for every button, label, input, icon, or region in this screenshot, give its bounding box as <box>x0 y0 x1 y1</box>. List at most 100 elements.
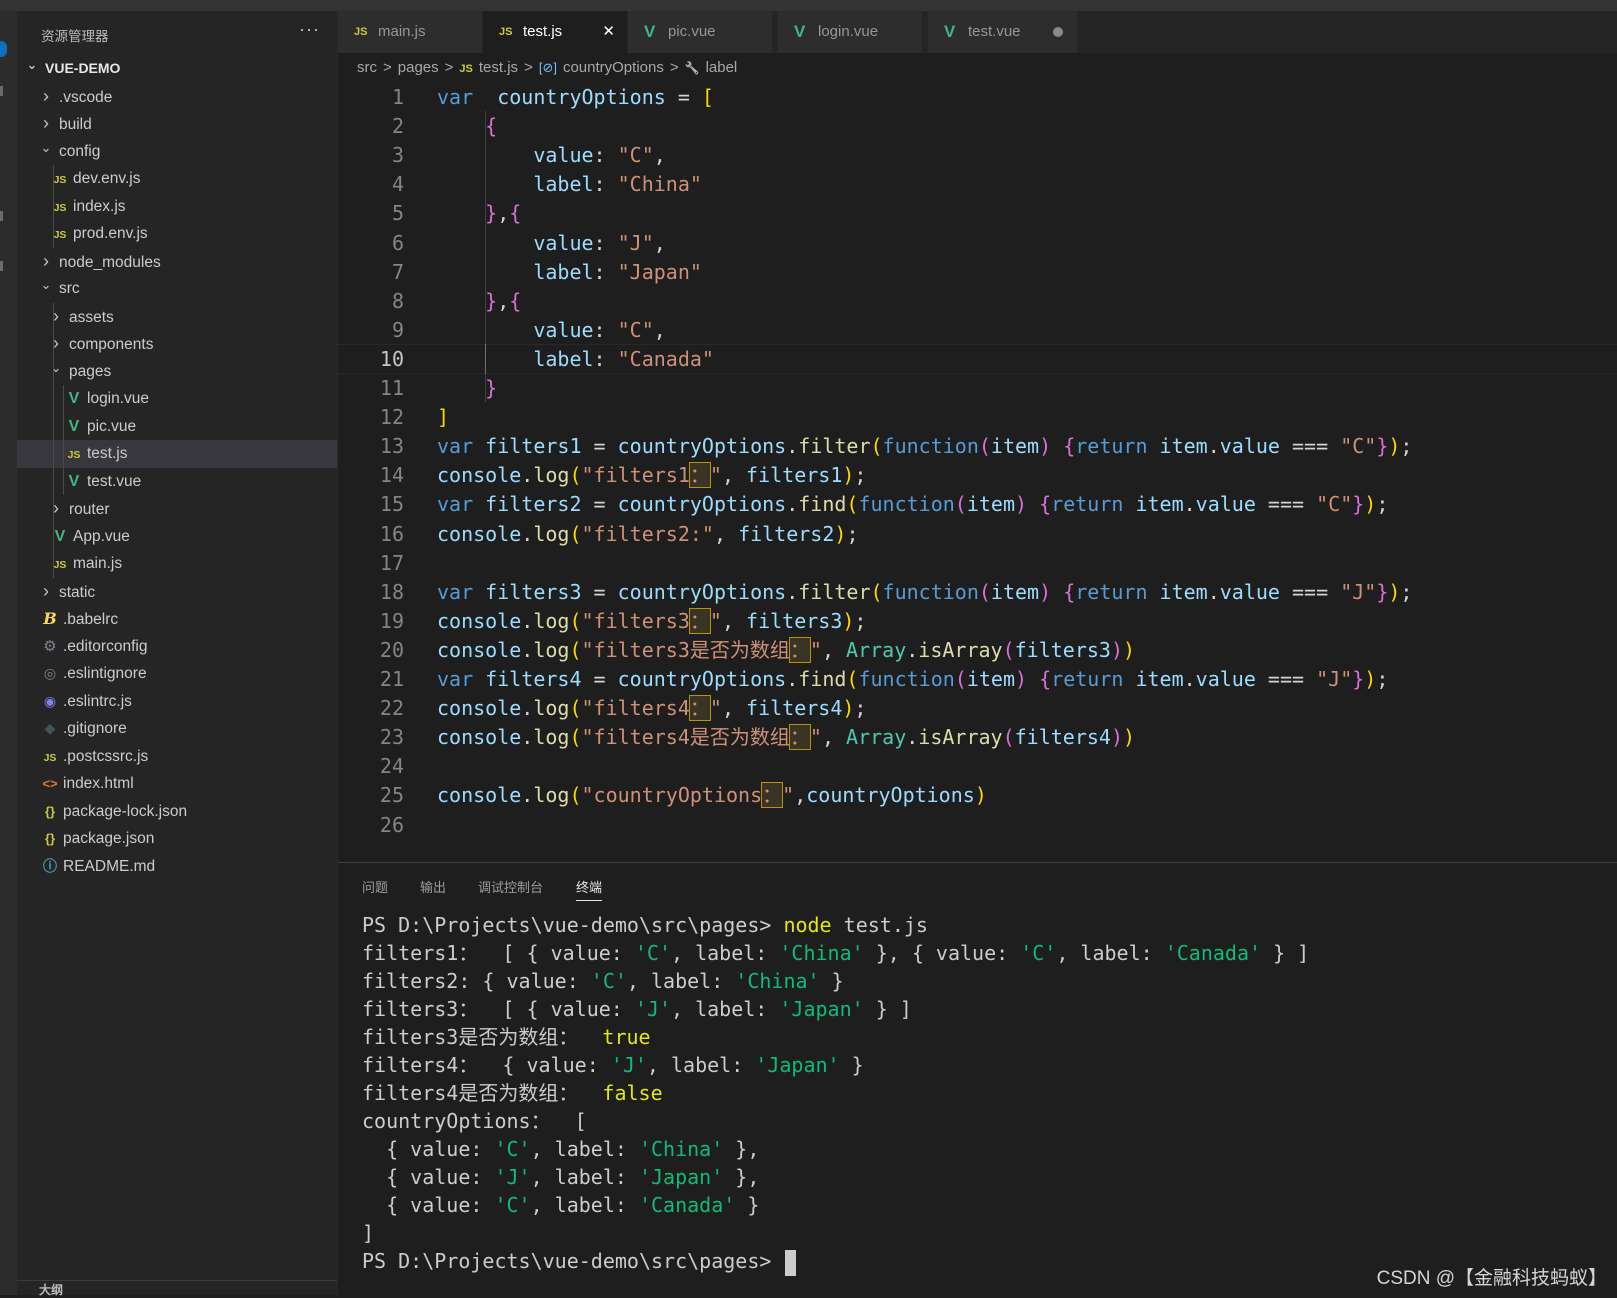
code-line[interactable]: 15 var filters2 = countryOptions.find(fun… <box>338 489 1617 519</box>
terminal-output[interactable]: PS D:\Projects\vue-demo\src\pages> node … <box>362 911 1309 1276</box>
code-token: item <box>966 667 1016 691</box>
code-editor[interactable]: 1 var countryOptions = [2 {3 value: "C", 4… <box>338 82 1617 862</box>
code-line[interactable]: 24 <box>338 751 1617 781</box>
tree-folder[interactable]: › .vscode <box>17 83 337 111</box>
code-line[interactable]: 4 label: "China" <box>338 169 1617 199</box>
code-line[interactable]: 23 console.log("filters4是否为数组：", Array.is… <box>338 722 1617 752</box>
code-line[interactable]: 26 <box>338 810 1617 840</box>
tree-folder[interactable]: ⌄ config <box>17 138 337 166</box>
tree-file[interactable]: JS .postcssrc.js <box>17 743 337 771</box>
tree-folder[interactable]: ⌄ pages <box>17 358 337 386</box>
terminal-text: 'C' <box>1020 941 1057 965</box>
tree-file[interactable]: ◉ .eslintrc.js <box>17 688 337 716</box>
activity-indicator <box>0 261 3 271</box>
code-token: " <box>709 463 722 488</box>
tree-item-label: src <box>59 280 80 297</box>
tree-file[interactable]: ◎ .eslintignore <box>17 660 337 688</box>
breadcrumb-separator: > <box>669 59 679 76</box>
breadcrumb-item[interactable]: test.js <box>479 59 518 76</box>
panel-tab[interactable]: 调试控制台 <box>478 877 543 896</box>
code-token: ： <box>788 636 811 663</box>
code-line[interactable]: 16 console.log("filters2:", filters2); <box>338 519 1617 549</box>
tab-test-js[interactable]: JS test.js ✕ <box>483 11 628 53</box>
code-token: . <box>521 696 534 721</box>
tree-folder[interactable]: › build <box>17 110 337 138</box>
code-token: item <box>990 579 1040 604</box>
code-line[interactable]: 1 var countryOptions = [ <box>338 82 1617 112</box>
code-line[interactable]: 13 var filters1 = countryOptions.filter(f… <box>338 431 1617 461</box>
tree-file[interactable]: JS dev.env.js <box>17 165 337 193</box>
code-text: label: "Japan" <box>437 257 702 287</box>
more-actions-icon[interactable]: ··· <box>299 19 320 40</box>
tree-file[interactable]: V App.vue <box>17 523 337 551</box>
code-line[interactable]: 19 console.log("filters3：", filters3); <box>338 606 1617 636</box>
tree-folder[interactable]: › node_modules <box>17 248 337 276</box>
tree-folder[interactable]: ⌄ VUE-DEMO <box>17 55 337 83</box>
tree-file[interactable]: {} package-lock.json <box>17 798 337 826</box>
tree-file[interactable]: JS index.js <box>17 193 337 221</box>
close-icon[interactable]: ✕ <box>602 11 615 53</box>
code-line[interactable]: 17 <box>338 548 1617 578</box>
code-line[interactable]: 6 value: "J", <box>338 228 1617 258</box>
code-token: ; <box>1400 579 1413 604</box>
code-line[interactable]: 22 console.log("filters4：", filters4); <box>338 693 1617 723</box>
javascript-file-icon: JS <box>354 26 368 38</box>
tree-file[interactable]: ◆ .gitignore <box>17 715 337 743</box>
code-line[interactable]: 2 { <box>338 111 1617 141</box>
unsaved-dot-icon[interactable] <box>1053 27 1063 37</box>
tree-folder[interactable]: ⌄ src <box>17 275 337 303</box>
tree-file[interactable]: JS test.js <box>17 440 337 468</box>
terminal-text: test.js <box>831 913 928 937</box>
tab-test-vue[interactable]: Vtest.vue <box>928 11 1078 53</box>
code-line[interactable]: 20 console.log("filters3是否为数组：", Array.is… <box>338 635 1617 665</box>
tree-folder[interactable]: › static <box>17 578 337 606</box>
tree-file[interactable]: {} package.json <box>17 825 337 853</box>
outline-section-header[interactable]: 大纲 <box>17 1280 337 1297</box>
code-token: "filters2:" <box>581 521 714 546</box>
code-token: "filters3 <box>581 608 690 633</box>
code-line[interactable]: 7 label: "Japan" <box>338 257 1617 287</box>
tree-file[interactable]: JS main.js <box>17 550 337 578</box>
code-line[interactable]: 8 },{ <box>338 286 1617 316</box>
breadcrumb-item[interactable]: src <box>357 59 377 76</box>
tab-pic-vue[interactable]: Vpic.vue <box>628 11 773 53</box>
panel-tab[interactable]: 问题 <box>362 877 388 896</box>
breadcrumb-item[interactable]: countryOptions <box>563 59 664 76</box>
panel-tab[interactable]: 输出 <box>420 877 446 896</box>
tree-file[interactable]: B .babelrc <box>17 605 337 633</box>
code-line[interactable]: 9 value: "C", <box>338 315 1617 345</box>
tree-folder[interactable]: › components <box>17 330 337 358</box>
code-line[interactable]: 3 value: "C", <box>338 140 1617 170</box>
code-token: ) <box>842 463 855 488</box>
tree-folder[interactable]: › router <box>17 495 337 523</box>
tree-folder[interactable]: › assets <box>17 303 337 331</box>
tree-file[interactable]: JS prod.env.js <box>17 220 337 248</box>
tab-main-js[interactable]: JS main.js <box>338 11 483 53</box>
code-line[interactable]: 21 var filters4 = countryOptions.find(fun… <box>338 664 1617 694</box>
code-line[interactable]: 25 console.log("countryOptions：",countryO… <box>338 780 1617 810</box>
tree-file[interactable]: Vtest.vue <box>17 468 337 496</box>
code-token: value <box>1195 492 1256 517</box>
breadcrumb-item[interactable]: label <box>706 59 738 76</box>
code-line[interactable]: 12] <box>338 402 1617 432</box>
tree-file[interactable]: Vlogin.vue <box>17 385 337 413</box>
notification-badge[interactable] <box>0 41 7 57</box>
tab-login-vue[interactable]: Vlogin.vue <box>778 11 923 53</box>
code-token: " <box>809 637 822 662</box>
code-line[interactable]: 5 },{ <box>338 198 1617 228</box>
code-token: ) <box>1388 579 1401 604</box>
code-token: log <box>533 783 570 808</box>
tree-file[interactable]: ⚙ .editorconfig <box>17 633 337 661</box>
code-line[interactable]: 10 label: "Canada" <box>338 344 1617 374</box>
code-line[interactable]: 18 var filters3 = countryOptions.filter(f… <box>338 577 1617 607</box>
panel-tab[interactable]: 终端 <box>576 877 603 901</box>
code-line[interactable]: 11 } <box>338 373 1617 403</box>
code-line[interactable]: 14 console.log("filters1：", filters1); <box>338 460 1617 490</box>
tree-file[interactable]: ⓘ README.md <box>17 853 337 881</box>
breadcrumb-item[interactable]: pages <box>398 59 439 76</box>
code-token: var <box>437 492 474 517</box>
tree-file[interactable]: <> index.html <box>17 770 337 798</box>
tree-file[interactable]: Vpic.vue <box>17 413 337 441</box>
